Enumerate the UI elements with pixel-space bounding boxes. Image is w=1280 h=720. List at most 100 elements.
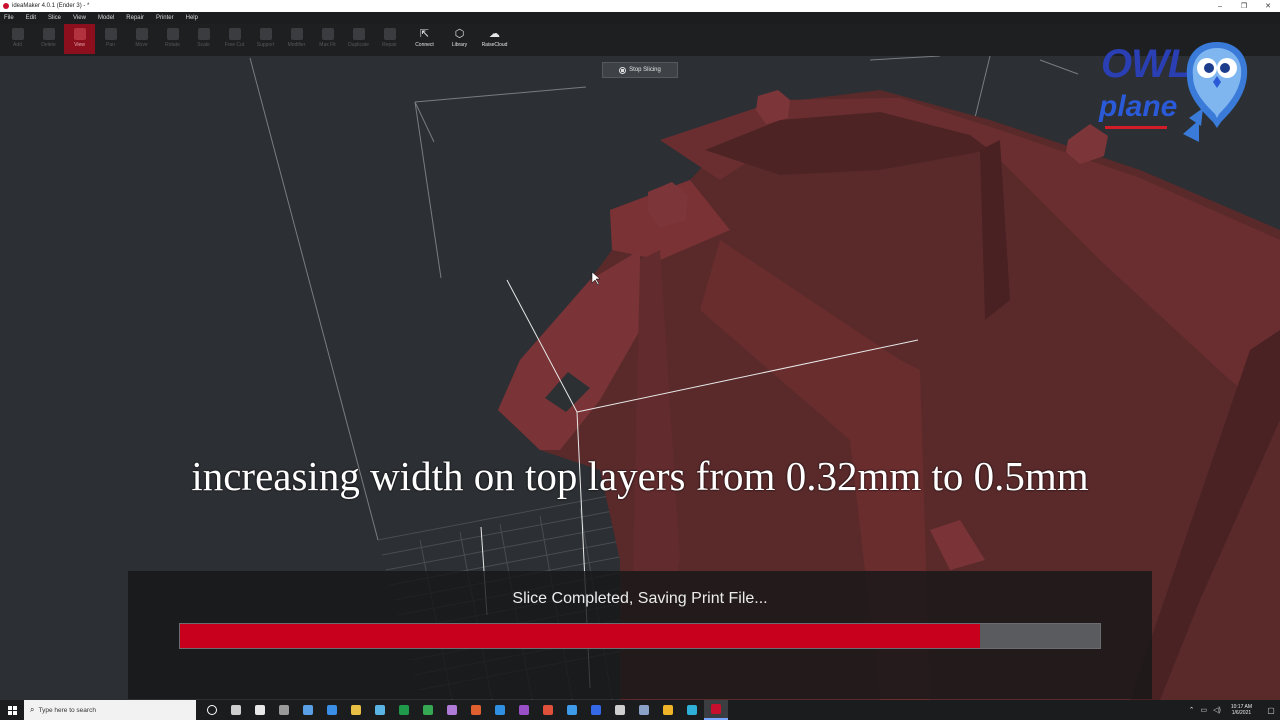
- view-label: View: [74, 42, 85, 48]
- move-button[interactable]: Move: [126, 24, 157, 54]
- mail-icon: [327, 705, 337, 715]
- menu-help[interactable]: Help: [186, 15, 198, 21]
- hand-icon: [104, 28, 117, 40]
- pdf-icon: [471, 705, 481, 715]
- taskbar-app-sketch[interactable]: [560, 700, 584, 720]
- taskbar-app-teams[interactable]: [584, 700, 608, 720]
- obs-icon: [615, 705, 625, 715]
- scale-button[interactable]: Scale: [188, 24, 219, 54]
- wrench-icon: [383, 28, 396, 40]
- task-view-icon: [231, 705, 241, 715]
- rotate-button[interactable]: Rotate: [157, 24, 188, 54]
- support-button[interactable]: Support: [250, 24, 281, 54]
- taskbar-app-vscode[interactable]: [488, 700, 512, 720]
- network-icon[interactable]: ▭: [1201, 706, 1208, 714]
- chevron-up-icon[interactable]: ⌃: [1189, 706, 1195, 714]
- start-button[interactable]: [0, 700, 24, 720]
- raisecloud-button[interactable]: ☁ RaiseCloud: [479, 24, 510, 54]
- snip-icon: [447, 705, 457, 715]
- taskbar-app-affinity[interactable]: [536, 700, 560, 720]
- restore-button[interactable]: ❐: [1232, 2, 1256, 10]
- taskbar-app-task-view[interactable]: [224, 700, 248, 720]
- library-button[interactable]: ⬡ Library: [444, 24, 475, 54]
- menu-view[interactable]: View: [73, 15, 86, 21]
- search-icon: ⌕: [30, 705, 35, 714]
- taskbar-app-onenote[interactable]: [512, 700, 536, 720]
- search-placeholder: Type here to search: [38, 706, 96, 714]
- add-button[interactable]: Add: [2, 24, 33, 54]
- title-bar: ideaMaker 4.0.1 (Ender 3) - * – ❐ ✕: [0, 0, 1280, 12]
- modifier-button[interactable]: Modifier: [281, 24, 312, 54]
- chrome-icon: [663, 705, 673, 715]
- duplicate-icon: [352, 28, 365, 40]
- notification-icon[interactable]: ▢: [1262, 706, 1280, 715]
- move-icon: [135, 28, 148, 40]
- taskbar-app-chrome[interactable]: [656, 700, 680, 720]
- taskbar-app-sheets[interactable]: [416, 700, 440, 720]
- volume-icon[interactable]: ◁): [1213, 706, 1221, 714]
- system-tray: ⌃ ▭ ◁) 10:17 AM 1/6/2021 ▢: [1189, 700, 1280, 720]
- taskbar-app-excel[interactable]: [392, 700, 416, 720]
- close-button[interactable]: ✕: [1256, 2, 1280, 10]
- menu-edit[interactable]: Edit: [26, 15, 36, 21]
- max-fit-label: Max Fit: [319, 42, 336, 48]
- teams-icon: [591, 705, 601, 715]
- view-button[interactable]: View: [64, 24, 95, 54]
- taskbar-app-ideamaker[interactable]: [704, 700, 728, 720]
- progress-bar: [179, 623, 1101, 649]
- cortana-icon: [207, 705, 217, 715]
- owl-mascot-icon: [1183, 42, 1248, 142]
- repair-label: Repair: [382, 42, 397, 48]
- duplicate-label: Duplicate: [348, 42, 369, 48]
- taskbar-clock[interactable]: 10:17 AM 1/6/2021: [1231, 704, 1252, 716]
- progress-bar-fill: [180, 624, 981, 648]
- menu-repair[interactable]: Repair: [126, 15, 144, 21]
- taskbar-app-explorer[interactable]: [344, 700, 368, 720]
- taskbar-app-cortana[interactable]: [200, 700, 224, 720]
- max-fit-button[interactable]: Max Fit: [312, 24, 343, 54]
- taskbar-app-pen[interactable]: [296, 700, 320, 720]
- logo-underline: [1105, 126, 1167, 129]
- taskbar-app-app-gray[interactable]: [272, 700, 296, 720]
- cloud-icon: ☁: [489, 28, 500, 40]
- repair-button[interactable]: Repair: [374, 24, 405, 54]
- slicing-progress-panel: Slice Completed, Saving Print File...: [128, 571, 1152, 699]
- windows-taskbar: ⌕ Type here to search ⌃ ▭ ◁) 10:17 AM 1/…: [0, 700, 1280, 720]
- logo-owl-text: OWL: [1101, 42, 1192, 86]
- taskbar-search-box[interactable]: ⌕ Type here to search: [24, 700, 196, 720]
- stop-slicing-button[interactable]: Stop Slicing: [602, 62, 678, 78]
- cut-icon: [228, 28, 241, 40]
- taskbar-app-pdf[interactable]: [464, 700, 488, 720]
- duplicate-button[interactable]: Duplicate: [343, 24, 374, 54]
- clock-date: 1/6/2021: [1231, 710, 1252, 716]
- stop-icon: [619, 66, 627, 74]
- menu-slice[interactable]: Slice: [48, 15, 61, 21]
- connect-icon: ⇱: [419, 28, 430, 40]
- menu-model[interactable]: Model: [98, 15, 114, 21]
- modifier-label: Modifier: [287, 42, 306, 48]
- connect-label: Connect: [415, 42, 434, 48]
- rotate-label: Rotate: [165, 42, 180, 48]
- taskbar-app-store[interactable]: [248, 700, 272, 720]
- taskbar-app-edge[interactable]: [680, 700, 704, 720]
- menu-file[interactable]: File: [4, 15, 14, 21]
- taskbar-app-network-app[interactable]: [632, 700, 656, 720]
- menu-printer[interactable]: Printer: [156, 15, 174, 21]
- pan-button[interactable]: Pan: [95, 24, 126, 54]
- support-icon: [259, 28, 272, 40]
- store-icon: [255, 705, 265, 715]
- move-label: Move: [135, 42, 148, 48]
- free-cut-label: Free Cut: [224, 42, 245, 48]
- minimize-button[interactable]: –: [1208, 3, 1232, 10]
- delete-button[interactable]: Delete: [33, 24, 64, 54]
- owlplane-logo: OWL plane: [1095, 38, 1255, 150]
- taskbar-app-snip[interactable]: [440, 700, 464, 720]
- taskbar-app-obs[interactable]: [608, 700, 632, 720]
- taskbar-app-mail[interactable]: [320, 700, 344, 720]
- windows-logo-icon: [7, 705, 17, 715]
- taskbar-app-notepad[interactable]: [368, 700, 392, 720]
- window-title: ideaMaker 4.0.1 (Ender 3) - *: [12, 3, 90, 9]
- free-cut-button[interactable]: Free Cut: [219, 24, 250, 54]
- toolbar: Add Delete View Pan Move Rotate Scale Fr…: [0, 24, 1280, 56]
- connect-button[interactable]: ⇱ Connect: [409, 24, 440, 54]
